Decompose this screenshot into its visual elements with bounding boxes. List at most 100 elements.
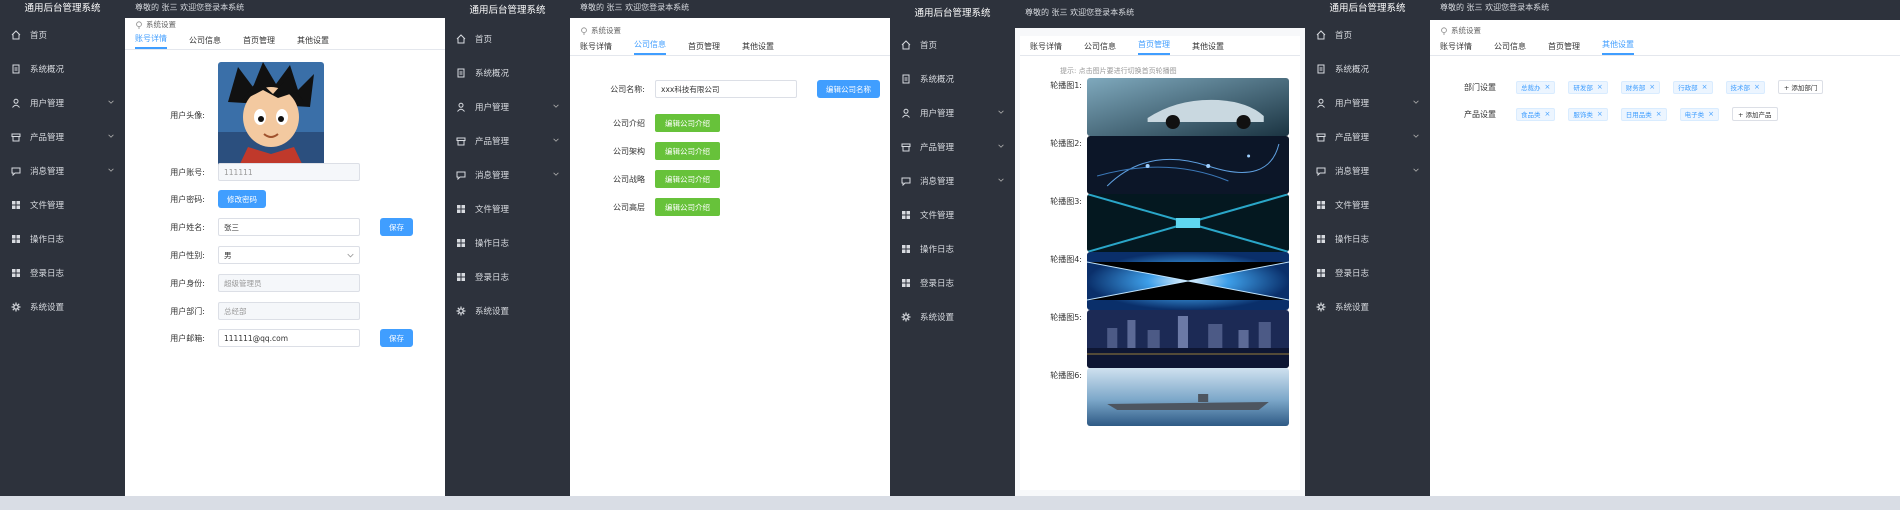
sidebar-item[interactable]: 系统设置: [890, 300, 1015, 334]
sidebar-item[interactable]: 系统概况: [1305, 52, 1430, 86]
tag[interactable]: 电子类 ×: [1679, 107, 1719, 121]
tab[interactable]: 账号详情: [135, 33, 167, 49]
close-icon[interactable]: ×: [1597, 83, 1603, 91]
edit-company-section-button[interactable]: 编辑公司介绍: [655, 198, 720, 216]
sidebar-item[interactable]: 消息管理: [890, 164, 1015, 198]
main-content: 尊敬的 张三 欢迎您登录本系统 账号详情 公司信息 首页管理 其他设置 提示: 点击图…: [1015, 0, 1305, 496]
sidebar-item[interactable]: 系统设置: [0, 290, 125, 324]
sidebar-item[interactable]: 产品管理: [1305, 120, 1430, 154]
email-input[interactable]: 111111@qq.com: [218, 329, 360, 347]
tab[interactable]: 公司信息: [1494, 41, 1526, 55]
sidebar-item[interactable]: 首页: [1305, 18, 1430, 52]
carousel-image[interactable]: [1087, 194, 1289, 252]
change-password-button[interactable]: 修改密码: [218, 190, 266, 208]
tag[interactable]: 食品类 ×: [1516, 107, 1556, 121]
edit-company-name-button[interactable]: 编辑公司名称: [817, 80, 880, 98]
close-icon[interactable]: ×: [1597, 110, 1603, 118]
tab[interactable]: 账号详情: [580, 41, 612, 55]
close-icon[interactable]: ×: [1649, 83, 1655, 91]
gender-select[interactable]: 男: [218, 246, 360, 264]
edit-company-section-button[interactable]: 编辑公司介绍: [655, 170, 720, 188]
sidebar-item[interactable]: 消息管理: [0, 154, 125, 188]
tab[interactable]: 公司信息: [634, 39, 666, 55]
sidebar-item[interactable]: 系统概况: [890, 62, 1015, 96]
role-input[interactable]: 超级管理员: [218, 274, 360, 292]
tag[interactable]: 日用品类 ×: [1620, 107, 1667, 121]
tag[interactable]: 行政部 ×: [1673, 80, 1713, 94]
account-input[interactable]: 111111: [218, 163, 360, 181]
tab[interactable]: 账号详情: [1440, 41, 1472, 55]
carousel-image[interactable]: [1087, 78, 1289, 136]
tab[interactable]: 公司信息: [1084, 41, 1116, 55]
sidebar-item[interactable]: 系统概况: [445, 56, 570, 90]
tab[interactable]: 公司信息: [189, 35, 221, 49]
sidebar-item[interactable]: 登录日志: [0, 256, 125, 290]
sidebar-item[interactable]: 用户管理: [1305, 86, 1430, 120]
tab[interactable]: 首页管理: [1548, 41, 1580, 55]
close-icon[interactable]: ×: [1656, 110, 1662, 118]
tag[interactable]: 总裁办 ×: [1516, 80, 1556, 94]
dept-input[interactable]: 总经部: [218, 302, 360, 320]
sidebar-item[interactable]: 用户管理: [890, 96, 1015, 130]
company-name-input[interactable]: xxx科技有限公司: [655, 80, 797, 98]
tab[interactable]: 其他设置: [297, 35, 329, 49]
sidebar-item[interactable]: 用户管理: [445, 90, 570, 124]
close-icon[interactable]: ×: [1708, 110, 1714, 118]
tab[interactable]: 账号详情: [1030, 41, 1062, 55]
carousel-image[interactable]: [1087, 368, 1289, 426]
carousel-image[interactable]: [1087, 252, 1289, 310]
sidebar-item[interactable]: 首页: [445, 22, 570, 56]
sidebar-item[interactable]: 产品管理: [0, 120, 125, 154]
close-icon[interactable]: ×: [1754, 83, 1760, 91]
tab[interactable]: 其他设置: [742, 41, 774, 55]
sidebar-item[interactable]: 系统概况: [0, 52, 125, 86]
avatar-row: 用户头像:: [135, 62, 324, 168]
sidebar-item[interactable]: 操作日志: [445, 226, 570, 260]
sidebar-item[interactable]: 首页: [0, 18, 125, 52]
tag[interactable]: 服饰类 ×: [1568, 107, 1608, 121]
sidebar-item[interactable]: 文件管理: [0, 188, 125, 222]
tag[interactable]: 财务部 ×: [1620, 80, 1661, 94]
name-input[interactable]: 张三: [218, 218, 360, 236]
tag[interactable]: 研发部 ×: [1568, 80, 1608, 94]
breadcrumb-label: 系统设置: [1451, 26, 1481, 35]
edit-company-section-button[interactable]: 编辑公司介绍: [655, 114, 720, 132]
add-product-button[interactable]: + 添加产品: [1732, 107, 1778, 121]
close-icon[interactable]: ×: [1545, 83, 1551, 91]
close-icon[interactable]: ×: [1545, 110, 1551, 118]
tab[interactable]: 首页管理: [688, 41, 720, 55]
sidebar-item[interactable]: 系统设置: [1305, 290, 1430, 324]
tab[interactable]: 其他设置: [1192, 41, 1224, 55]
sidebar-item[interactable]: 系统设置: [445, 294, 570, 328]
sidebar-item[interactable]: 文件管理: [1305, 188, 1430, 222]
sidebar-item[interactable]: 文件管理: [890, 198, 1015, 232]
close-icon[interactable]: ×: [1702, 83, 1708, 91]
sidebar-item[interactable]: 消息管理: [1305, 154, 1430, 188]
sidebar-item[interactable]: 操作日志: [890, 232, 1015, 266]
sidebar-item-label: 消息管理: [920, 177, 955, 187]
save-name-button[interactable]: 保存: [380, 218, 413, 236]
avatar[interactable]: [218, 62, 324, 168]
sidebar-item[interactable]: 文件管理: [445, 192, 570, 226]
sidebar-item[interactable]: 产品管理: [890, 130, 1015, 164]
carousel-image[interactable]: [1087, 136, 1289, 194]
sidebar-item[interactable]: 登录日志: [890, 266, 1015, 300]
sidebar-item[interactable]: 消息管理: [445, 158, 570, 192]
tab[interactable]: 首页管理: [243, 35, 275, 49]
edit-company-section-button[interactable]: 编辑公司介绍: [655, 142, 720, 160]
sidebar-item[interactable]: 登录日志: [445, 260, 570, 294]
sidebar-item[interactable]: 用户管理: [0, 86, 125, 120]
tag[interactable]: 技术部 ×: [1725, 80, 1765, 94]
carousel-image[interactable]: [1087, 310, 1289, 368]
product-tags: 食品类 × 服饰类 × 日用品类 × 电子类 ×: [1516, 107, 1732, 121]
save-email-button[interactable]: 保存: [380, 329, 413, 347]
sidebar-item[interactable]: 操作日志: [1305, 222, 1430, 256]
tab[interactable]: 其他设置: [1602, 39, 1634, 55]
tab[interactable]: 首页管理: [1138, 39, 1170, 55]
carousel-label: 轮播图6:: [1050, 371, 1082, 380]
sidebar-item[interactable]: 首页: [890, 28, 1015, 62]
add-dept-button[interactable]: + 添加部门: [1777, 80, 1824, 94]
sidebar-item[interactable]: 操作日志: [0, 222, 125, 256]
sidebar-item[interactable]: 产品管理: [445, 124, 570, 158]
sidebar-item[interactable]: 登录日志: [1305, 256, 1430, 290]
